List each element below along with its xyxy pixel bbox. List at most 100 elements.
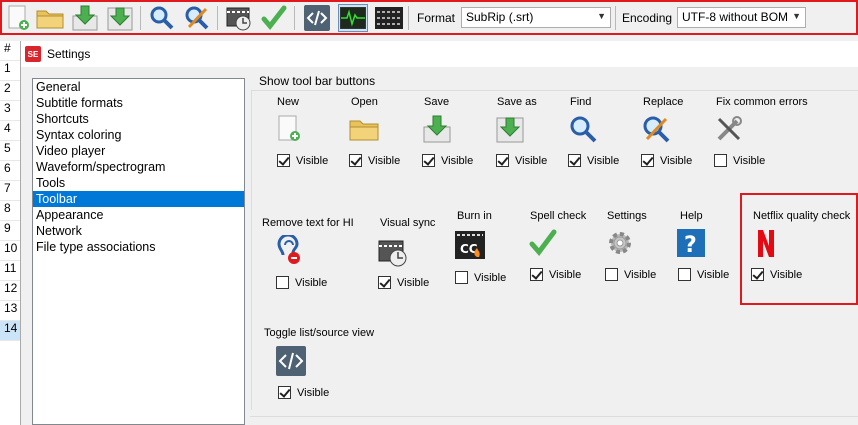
row-number[interactable]: 6 [0, 161, 20, 181]
toolbar-open-button[interactable] [35, 4, 65, 32]
checkbox[interactable] [277, 154, 290, 167]
row-number[interactable]: 4 [0, 121, 20, 141]
checkbox[interactable] [605, 268, 618, 281]
save-icon [72, 5, 98, 31]
visible-checkbox-settings[interactable]: Visible [605, 268, 656, 281]
checkbox[interactable] [378, 276, 391, 289]
visible-checkbox-toggle-list-source-view[interactable]: Visible [278, 386, 329, 399]
nav-item-file-type-associations[interactable]: File type associations [33, 239, 244, 255]
svg-text:?: ? [684, 233, 697, 258]
save-as-icon [107, 7, 133, 31]
visible-checkbox-open[interactable]: Visible [349, 154, 400, 167]
checkbox[interactable] [455, 271, 468, 284]
row-number[interactable]: 13 [0, 301, 20, 321]
visible-checkbox-spell-check[interactable]: Visible [530, 268, 581, 281]
toolbar-spell-check-button[interactable] [259, 4, 289, 32]
nav-item-waveform[interactable]: Waveform/spectrogram [33, 159, 244, 175]
toolbar-waveform-button[interactable] [338, 4, 368, 32]
visible-checkbox-save[interactable]: Visible [422, 154, 473, 167]
checkbox[interactable] [641, 154, 654, 167]
video-clapper-icon [375, 7, 403, 29]
checkbox[interactable] [496, 154, 509, 167]
highlight-box [740, 193, 858, 305]
option-save-as: Save as Visible [496, 96, 547, 167]
hearing-impaired-icon [277, 235, 300, 264]
nav-item-syntax-coloring[interactable]: Syntax coloring [33, 127, 244, 143]
checkbox[interactable] [278, 386, 291, 399]
find-icon [150, 6, 174, 30]
option-label: Settings [607, 210, 647, 222]
row-number[interactable]: 2 [0, 81, 20, 101]
checkbox[interactable] [422, 154, 435, 167]
visible-checkbox-save-as[interactable]: Visible [496, 154, 547, 167]
visible-checkbox-help[interactable]: Visible [678, 268, 729, 281]
toolbar-video-button[interactable] [374, 4, 404, 32]
option-fix-common-errors: Fix common errors Visible [714, 96, 808, 167]
visible-label: Visible [515, 154, 548, 167]
nav-item-tools[interactable]: Tools [33, 175, 244, 191]
row-number[interactable]: 5 [0, 141, 20, 161]
spell-check-icon [529, 229, 557, 256]
option-find: Find Visible [568, 96, 619, 167]
settings-titlebar[interactable]: SE Settings [21, 41, 858, 67]
checkbox[interactable] [714, 154, 727, 167]
visible-checkbox-burn-in[interactable]: Visible [455, 271, 506, 284]
settings-nav-list[interactable]: General Subtitle formats Shortcuts Synta… [32, 78, 245, 425]
row-number[interactable]: 1 [0, 61, 20, 81]
nav-item-video-player[interactable]: Video player [33, 143, 244, 159]
checkbox[interactable] [276, 276, 289, 289]
toolbar-save-as-button[interactable] [105, 4, 135, 32]
option-help: Help ? Visible [677, 210, 729, 281]
visual-sync-icon [378, 240, 407, 267]
format-select[interactable]: SubRip (.srt) ▼ [461, 7, 611, 28]
option-spell-check: Spell check Visible [529, 210, 587, 281]
save-icon [423, 115, 451, 143]
visible-checkbox-new[interactable]: Visible [277, 154, 328, 167]
visible-checkbox-visual-sync[interactable]: Visible [378, 276, 429, 289]
visible-label: Visible [660, 154, 693, 167]
option-label: Spell check [530, 210, 587, 222]
visible-label: Visible [697, 268, 730, 281]
toolbar-save-button[interactable] [70, 4, 100, 32]
nav-item-network[interactable]: Network [33, 223, 244, 239]
encoding-select[interactable]: UTF-8 without BOM ▼ [677, 7, 806, 28]
nav-item-toolbar[interactable]: Toolbar [33, 191, 244, 207]
panel-bottom-edge [250, 416, 858, 425]
checkbox[interactable] [530, 268, 543, 281]
row-number-selected[interactable]: 14 [0, 321, 20, 341]
row-number[interactable]: 11 [0, 261, 20, 281]
visible-checkbox-replace[interactable]: Visible [641, 154, 692, 167]
row-number[interactable]: 9 [0, 221, 20, 241]
checkbox[interactable] [678, 268, 691, 281]
toolbar-new-button[interactable] [4, 4, 34, 32]
row-number[interactable]: 8 [0, 201, 20, 221]
nav-item-shortcuts[interactable]: Shortcuts [33, 111, 244, 127]
folder-icon [349, 120, 379, 141]
visible-checkbox-remove-text-for-hi[interactable]: Visible [276, 276, 327, 289]
visible-checkbox-fix-common-errors[interactable]: Visible [714, 154, 765, 167]
folder-icon [36, 10, 64, 29]
checkbox[interactable] [349, 154, 362, 167]
visible-label: Visible [733, 154, 766, 167]
nav-item-appearance[interactable]: Appearance [33, 207, 244, 223]
row-number[interactable]: 10 [0, 241, 20, 261]
visible-label: Visible [474, 271, 507, 284]
option-visual-sync: Visual sync Visible [378, 217, 435, 289]
toolbar-visual-sync-button[interactable] [224, 4, 254, 32]
nav-item-subtitle-formats[interactable]: Subtitle formats [33, 95, 244, 111]
row-number[interactable]: 3 [0, 101, 20, 121]
checkbox[interactable] [568, 154, 581, 167]
row-number[interactable]: 12 [0, 281, 20, 301]
visual-sync-icon [226, 7, 251, 31]
option-label: Remove text for HI [262, 217, 354, 229]
row-number[interactable]: 7 [0, 181, 20, 201]
nav-item-general[interactable]: General [33, 79, 244, 95]
toolbar-source-view-button[interactable] [302, 4, 332, 32]
visible-label: Visible [587, 154, 620, 167]
toolbar-replace-button[interactable] [182, 4, 212, 32]
format-label: Format [417, 11, 456, 25]
toolbar-find-button[interactable] [147, 4, 177, 32]
subtitle-grid-row-numbers: # 1 2 3 4 5 6 7 8 9 10 11 12 13 14 [0, 41, 20, 425]
visible-checkbox-find[interactable]: Visible [568, 154, 619, 167]
option-burn-in: Burn in CC Visible [455, 210, 506, 284]
